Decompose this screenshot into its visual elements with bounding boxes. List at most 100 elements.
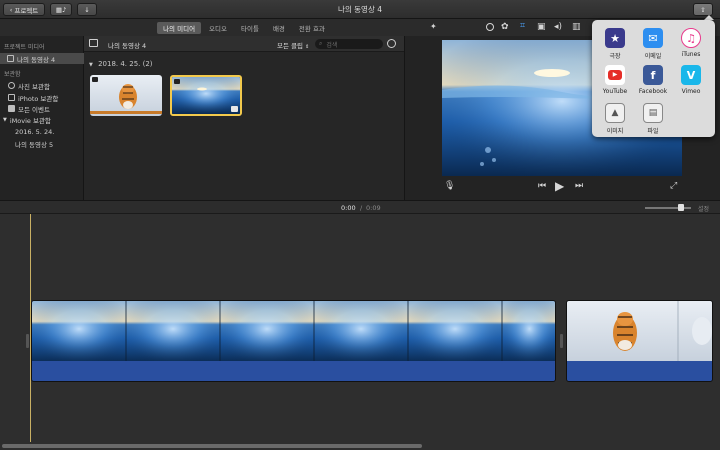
crop-icon[interactable]: ⌗ [520,22,525,31]
iphoto-icon [8,94,15,101]
tab-titles[interactable]: 타이틀 [235,22,265,34]
title-bar: ‹ 프로젝트 ▦♪ ↓ 나의 동영상 4 ⇪ [0,0,720,19]
sidebar-section-library: 보관함 [4,71,21,78]
sidebar-item-label: 모든 이벤트 [18,105,50,114]
timeline-header: 0:00 / 0:09 설정 [0,200,720,214]
settings-link[interactable]: 설정 [698,204,709,213]
date-group-header[interactable]: ▼ 2018. 4. 25. (2) [89,60,153,68]
timeline-playhead[interactable] [30,214,31,442]
clip-filter-label: 모든 클립 [277,42,303,50]
timecode-total: 0:09 [366,204,381,212]
share-popover: ★ 극장 ✉ 이메일 ♫ iTunes ▶ YouTube f Facebook… [592,20,715,137]
browser-header: 나의 동영상 4 모든 클립 ⇕ ⌕ 검색 [84,36,404,52]
mail-icon: ✉ [643,28,663,48]
sidebar-item-label: 나의 동영상 5 [15,140,54,149]
sidebar-toggle-icon[interactable] [89,39,98,47]
sidebar-item-iphoto[interactable]: iPhoto 보관함 [0,92,84,103]
itunes-icon: ♫ [681,28,701,48]
timeline-clip-tiger[interactable] [566,300,713,382]
share-label: 극장 [609,53,621,60]
added-badge-icon [231,106,238,112]
film-icon [7,55,14,62]
clip-thumbnail-ocean[interactable] [170,75,242,116]
sidebar-item-label: iMovie 보관함 [9,116,51,125]
clip-thumbnail-tiger[interactable] [90,75,162,116]
search-field[interactable]: ⌕ 검색 [315,39,383,49]
zoom-slider[interactable] [645,204,691,211]
magic-wand-icon[interactable]: ✦ [430,23,437,31]
browser-tab-bar: 나의 미디어 오디오 타이틀 배경 전환 효과 [84,19,404,36]
share-label: Facebook [638,88,668,95]
share-facebook[interactable]: f Facebook [634,65,672,95]
share-icon: ⇪ [700,5,706,14]
sidebar-section-project: 프로젝트 미디어 [4,44,45,51]
share-file[interactable]: ▤ 파일 [634,103,672,135]
sidebar-item-event-date[interactable]: 2016. 5. 24. [0,126,84,137]
microphone-icon[interactable]: 🎙 [444,182,455,191]
skip-back-icon[interactable]: ⏮ [538,182,546,191]
sidebar-item-label: iPhoto 보관함 [18,94,59,103]
sidebar-item-photos[interactable]: 사진 보관함 [0,80,84,91]
color-palette-icon[interactable]: ✿ [501,23,509,32]
settings-gear-icon[interactable] [387,39,396,48]
clip-trim-handle-right[interactable] [560,334,563,348]
search-icon: ⌕ [319,40,323,47]
timeline[interactable] [0,214,720,450]
timecode-separator: / [360,204,363,212]
fullscreen-icon[interactable]: ⤢ [670,182,677,191]
ocean-image [172,77,240,114]
disclosure-triangle-icon: ▼ [3,116,7,123]
clip-trim-handle-left[interactable] [26,334,29,348]
sidebar-item-all-events[interactable]: 모든 이벤트 [0,103,84,114]
tab-audio[interactable]: 오디오 [203,22,233,34]
tab-backgrounds[interactable]: 배경 [267,22,291,34]
timecode-current: 0:00 [341,204,356,212]
window-title: 나의 동영상 4 [337,5,383,14]
sidebar-item-project[interactable]: 나의 동영상 4 [0,53,84,64]
browser-header-title: 나의 동영상 4 [108,42,147,50]
share-label: iTunes [681,51,701,58]
date-group-label: 2018. 4. 25. (2) [98,60,153,68]
volume-icon[interactable]: ◂) [554,23,562,32]
share-label: Vimeo [681,88,701,95]
share-vimeo[interactable]: V Vimeo [672,65,710,95]
tab-my-media[interactable]: 나의 미디어 [157,21,202,34]
sidebar-item-label: 사진 보관함 [18,82,50,91]
camera-icon [174,79,180,84]
share-image[interactable]: ▲ 이미지 [596,103,634,135]
tiger-filmstrip [567,301,712,363]
vimeo-icon: V [681,65,701,85]
skip-forward-icon[interactable]: ⏭ [575,182,583,191]
color-balance-icon[interactable] [486,23,494,31]
events-icon [8,105,15,112]
camera-icon [92,77,98,82]
stabilization-icon[interactable]: ▣ [537,23,546,32]
youtube-icon: ▶ [605,65,625,85]
share-email[interactable]: ✉ 이메일 [634,28,672,60]
zoom-slider-knob[interactable] [678,204,684,211]
timeline-clip-ocean[interactable] [31,300,556,382]
facebook-icon: f [643,65,663,85]
share-itunes[interactable]: ♫ iTunes [672,28,710,58]
media-browser: 나의 동영상 4 모든 클립 ⇕ ⌕ 검색 ▼ 2018. 4. 25. (2) [84,36,404,200]
sidebar-item-imovie-library[interactable]: ▼ iMovie 보관함 [0,114,84,125]
library-sidebar: 프로젝트 미디어 나의 동영상 4 보관함 사진 보관함 iPhoto 보관함 … [0,19,84,200]
share-label: 파일 [647,128,659,135]
share-label: 이메일 [644,53,662,60]
share-youtube[interactable]: ▶ YouTube [596,65,634,95]
theater-star-icon: ★ [605,28,625,48]
clip-audio-bar [567,361,712,381]
ocean-filmstrip [32,301,555,363]
sidebar-item-movie-5[interactable]: 나의 동영상 5 [0,138,84,149]
play-icon[interactable]: ▶ [555,180,564,192]
timeline-scrollbar[interactable] [2,444,422,448]
updown-chevron-icon: ⇕ [305,44,310,50]
sidebar-top-strip [0,19,84,36]
tab-transitions[interactable]: 전환 효과 [293,22,331,34]
share-theater[interactable]: ★ 극장 [596,28,634,60]
image-icon: ▲ [605,103,625,123]
equalizer-icon[interactable]: ▥ [572,23,581,32]
tiger-image [90,75,162,116]
clip-filter-select[interactable]: 모든 클립 ⇕ [277,40,309,50]
search-placeholder: 검색 [326,41,338,49]
